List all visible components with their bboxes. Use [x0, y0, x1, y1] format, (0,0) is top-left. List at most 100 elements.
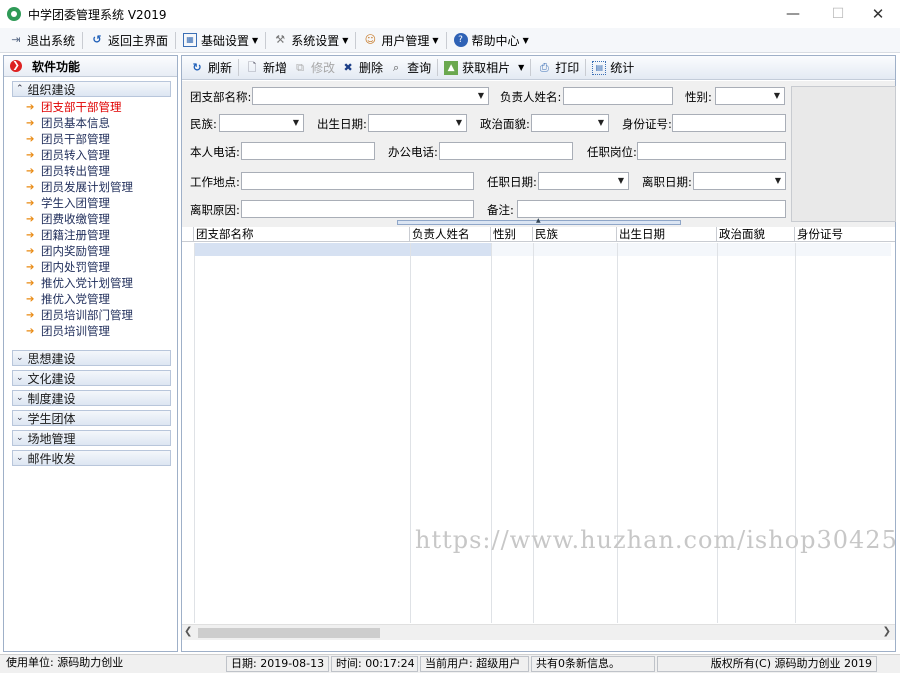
position-input[interactable]	[637, 142, 786, 160]
gender-select[interactable]	[715, 87, 785, 105]
sidebar-item-transfer-in[interactable]: ➔ 团员转入管理	[4, 147, 177, 163]
exit-icon: ⇥	[11, 33, 21, 46]
column-header-branch[interactable]: 团支部名称	[194, 227, 410, 241]
leave-reason-input[interactable]	[241, 200, 474, 218]
column-header-ethnicity[interactable]: 民族	[533, 227, 617, 241]
id-number-input[interactable]	[672, 114, 786, 132]
chevron-down-icon: ⌄	[16, 373, 24, 383]
column-header-leader[interactable]: 负责人姓名	[410, 227, 491, 241]
office-phone-label: 办公电话:	[388, 145, 438, 159]
sidebar-item-dues[interactable]: ➔ 团费收缴管理	[4, 211, 177, 227]
edit-button[interactable]: ⧉ 修改	[290, 58, 338, 78]
grid-line	[491, 243, 492, 623]
sidebar-item-member-info[interactable]: ➔ 团员基本信息	[4, 115, 177, 131]
chevron-up-icon: ⌃	[16, 84, 24, 94]
chevron-down-icon: ⌄	[16, 353, 24, 363]
office-phone-input[interactable]	[439, 142, 573, 160]
sidebar-item-transfer-out[interactable]: ➔ 团员转出管理	[4, 163, 177, 179]
printer-icon: ⎙	[539, 60, 549, 74]
political-status-select[interactable]	[531, 114, 609, 132]
branch-name-select[interactable]	[252, 87, 489, 105]
photo-box[interactable]	[791, 86, 896, 222]
grid-line	[717, 243, 718, 623]
delete-button[interactable]: ✖ 删除	[338, 58, 386, 78]
start-date-label: 任职日期:	[487, 175, 537, 189]
work-place-input[interactable]	[241, 172, 474, 190]
group-label: 制度建设	[27, 391, 76, 406]
remarks-input[interactable]	[517, 200, 786, 218]
collapse-splitter[interactable]	[397, 217, 681, 225]
scrollbar-thumb[interactable]	[198, 628, 380, 638]
arrow-right-icon: ➔	[26, 277, 35, 289]
menu-users-label: 用户管理	[381, 33, 430, 48]
tools-icon: ⚒	[275, 33, 286, 46]
toolbar-separator	[437, 59, 439, 76]
arrow-right-icon: ➔	[26, 165, 35, 177]
sidebar-item-training-dept[interactable]: ➔ 团员培训部门管理	[4, 307, 177, 323]
menu-user-management[interactable]: ☺ 用户管理 ▼	[358, 30, 443, 51]
collapse-circle-icon[interactable]: ❯	[10, 60, 22, 72]
toolbar-separator	[530, 59, 532, 76]
sidebar-item-branch-cadre[interactable]: ➔ 团支部干部管理	[4, 99, 177, 115]
sidebar-group-institution[interactable]: ⌄ 制度建设	[12, 390, 171, 406]
sidebar-group-ideology[interactable]: ⌄ 思想建设	[12, 350, 171, 366]
query-button[interactable]: ⌕ 查询	[386, 58, 434, 78]
leave-date-picker[interactable]	[693, 172, 786, 190]
position-label: 任职岗位:	[587, 145, 637, 159]
sidebar-item-development-plan[interactable]: ➔ 团员发展计划管理	[4, 179, 177, 195]
arrow-right-icon: ➔	[26, 181, 35, 193]
menu-separator	[355, 31, 357, 49]
sidebar-group-student-groups[interactable]: ⌄ 学生团体	[12, 410, 171, 426]
scroll-right-icon[interactable]: ❯	[883, 626, 891, 637]
sidebar-item-party-plan[interactable]: ➔ 推优入党计划管理	[4, 275, 177, 291]
status-messages: 共有0条新信息。	[531, 656, 655, 672]
refresh-icon: ↻	[192, 60, 202, 74]
column-header-id[interactable]: 身份证号	[795, 227, 895, 241]
delete-x-icon: ✖	[343, 60, 353, 74]
gender-label: 性别:	[685, 90, 712, 104]
menu-back-main[interactable]: ↺ 返回主界面	[85, 30, 173, 51]
column-header-political[interactable]: 政治面貌	[717, 227, 795, 241]
sidebar-item-registration[interactable]: ➔ 团籍注册管理	[4, 227, 177, 243]
stats-button[interactable]: ▤ 统计	[589, 58, 637, 78]
sidebar-item-penalties[interactable]: ➔ 团内处罚管理	[4, 259, 177, 275]
sidebar-group-venue[interactable]: ⌄ 场地管理	[12, 430, 171, 446]
menu-basic-settings[interactable]: ▦ 基础设置 ▼	[178, 30, 263, 51]
grid-line	[410, 243, 411, 623]
menu-help-center[interactable]: ? 帮助中心 ▼	[449, 30, 534, 51]
minimize-button[interactable]: —	[770, 0, 816, 28]
sidebar-group-organization[interactable]: ⌃ 组织建设	[12, 81, 171, 97]
add-button[interactable]: 🗋 新增	[242, 58, 290, 78]
print-button[interactable]: ⎙ 打印	[534, 58, 582, 78]
watermark-text: https://www.huzhan.com/ishop30425	[415, 526, 898, 554]
horizontal-scrollbar[interactable]: ❮ ❯	[182, 624, 895, 640]
table-row[interactable]	[194, 243, 491, 256]
chevron-down-icon: ⌄	[16, 433, 24, 443]
chevron-down-icon: ⌄	[16, 413, 24, 423]
arrow-right-icon: ➔	[26, 325, 35, 337]
column-header-birth-date[interactable]: 出生日期	[617, 227, 717, 241]
leader-name-input[interactable]	[563, 87, 673, 105]
sidebar-item-rewards[interactable]: ➔ 团内奖励管理	[4, 243, 177, 259]
personal-phone-input[interactable]	[241, 142, 375, 160]
start-date-picker[interactable]	[538, 172, 629, 190]
ethnicity-label: 民族:	[190, 117, 217, 131]
sidebar-item-member-cadre[interactable]: ➔ 团员干部管理	[4, 131, 177, 147]
sidebar-item-student-join[interactable]: ➔ 学生入团管理	[4, 195, 177, 211]
menu-separator	[175, 31, 177, 49]
get-photo-button[interactable]: ▲ 获取相片 ▼	[441, 58, 527, 78]
menu-exit-system[interactable]: ⇥ 退出系统	[4, 30, 80, 51]
sidebar-item-training[interactable]: ➔ 团员培训管理	[4, 323, 177, 339]
sidebar-group-culture[interactable]: ⌄ 文化建设	[12, 370, 171, 386]
scroll-left-icon[interactable]: ❮	[184, 626, 192, 637]
menu-system-settings[interactable]: ⚒ 系统设置 ▼	[268, 30, 353, 51]
sidebar-item-party-recommend[interactable]: ➔ 推优入党管理	[4, 291, 177, 307]
column-header-gender[interactable]: 性别	[491, 227, 533, 241]
close-button[interactable]: ✕	[855, 0, 900, 28]
ethnicity-select[interactable]	[219, 114, 304, 132]
group-label: 思想建设	[27, 351, 76, 366]
sidebar-group-mail[interactable]: ⌄ 邮件收发	[12, 450, 171, 466]
birth-date-picker[interactable]	[368, 114, 467, 132]
grid-icon: ▦	[183, 33, 198, 47]
refresh-button[interactable]: ↻ 刷新	[187, 58, 235, 78]
